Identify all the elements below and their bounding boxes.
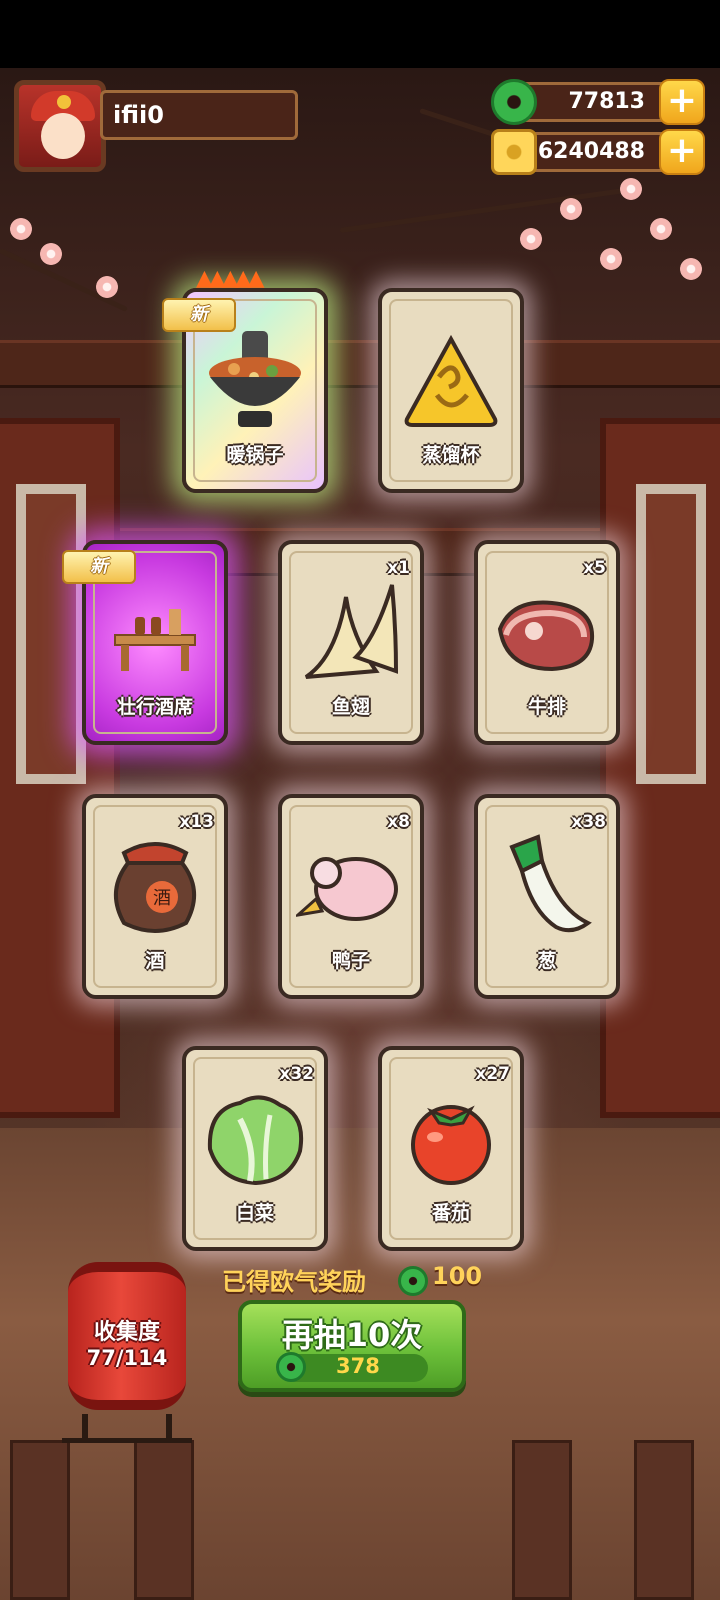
lantern-stand [62,1410,192,1443]
card-label: 壮行酒席 [116,696,193,718]
item-count: x1 [387,558,410,578]
blossom-branch [339,186,638,233]
stand-leg [166,1414,172,1438]
card-label: 鸭子 [331,950,370,972]
new-badge: 新 [62,550,136,584]
collection-value: 77/114 [86,1346,168,1370]
coin-amount: 96240488 [522,139,645,164]
stand-leg [82,1414,88,1438]
blossom-flower [10,218,32,240]
blossom-flower [520,228,542,250]
jade-icon [398,1266,428,1296]
card-scallion[interactable]: x38 葱 [474,794,620,999]
blossom-flower [680,258,702,280]
card-label: 酒 [145,950,165,972]
duck-icon [296,856,398,921]
ceiling-beam [0,340,720,388]
avatar-face [41,113,85,159]
coin-currency: 96240488 + [491,129,705,175]
tomato-icon [411,1104,491,1185]
collection-label: 收集度 [93,1320,160,1345]
item-count: x13 [179,812,214,832]
reward-value: 100 [432,1262,483,1290]
card-banquet[interactable]: 新 壮行酒席 [62,540,228,745]
fence-post [10,1440,70,1600]
card-label: 鱼翅 [331,696,370,718]
card-distill-cup[interactable]: 蒸馏杯 [378,288,524,493]
hotpot-icon [209,330,301,427]
card-steak[interactable]: x5 牛排 [474,540,620,745]
wine-jar-icon: 酒 [113,841,197,933]
item-count: x32 [279,1064,314,1084]
right-door [600,418,720,1118]
blossom-flower [600,248,622,270]
draw-cost: 378 [336,1354,380,1378]
jade-icon [491,79,537,125]
card-hotpot[interactable]: ▲▲▲▲▲ 新 暖锅子 [162,266,328,493]
collection-lantern[interactable]: 收集度 77/114 [68,1262,186,1410]
fence-post [634,1440,694,1600]
card-tomato[interactable]: x27 番茄 [378,1046,524,1251]
fence-post [134,1440,194,1600]
card-label: 白菜 [235,1202,274,1224]
avatar-gem [57,95,71,109]
card-duck[interactable]: x8 鸭子 [278,794,424,999]
blossom-flower [650,218,672,240]
card-label: 暖锅子 [226,444,284,466]
steak-icon [497,600,595,671]
item-count: x8 [387,812,410,832]
jade-icon [276,1352,306,1382]
triangle-cup-icon [404,334,498,427]
jade-currency: 77813 + [491,79,705,125]
item-count: x38 [571,812,606,832]
player-name: ifii0 [100,90,298,140]
card-label: 葱 [537,950,557,972]
fence-post [512,1440,572,1600]
window-frame [636,484,706,784]
left-door [0,418,120,1118]
draw-again-button[interactable]: 再抽10次 378 [238,1300,466,1392]
shark-fin-icon [304,583,399,679]
add-coin-button[interactable]: + [659,129,705,175]
item-count: x27 [475,1064,510,1084]
player-avatar[interactable] [14,80,106,172]
coin-icon [491,129,537,175]
jar-label-text: 酒 [153,888,171,909]
item-count: x5 [583,558,606,578]
banquet-table-icon [114,608,196,671]
card-label: 蒸馏杯 [422,444,480,466]
blossom-flower [96,276,118,298]
flame-stars: ▲▲▲▲▲ [196,266,265,291]
card-shark-fin[interactable]: x1 鱼翅 [278,540,424,745]
blossom-flower [40,243,62,265]
cabbage-icon [207,1095,303,1185]
jade-amount: 77813 [568,89,645,114]
card-cabbage[interactable]: x32 白菜 [182,1046,328,1251]
window-frame [16,484,86,784]
add-jade-button[interactable]: + [659,79,705,125]
draw-button-label: 再抽10次 [281,1316,423,1354]
scallion-icon [509,833,592,932]
blossom-flower [560,198,582,220]
card-wine[interactable]: x13 酒 酒 [82,794,228,999]
blossom-flower [620,178,642,200]
card-label: 番茄 [431,1202,470,1224]
card-label: 牛排 [527,696,566,718]
